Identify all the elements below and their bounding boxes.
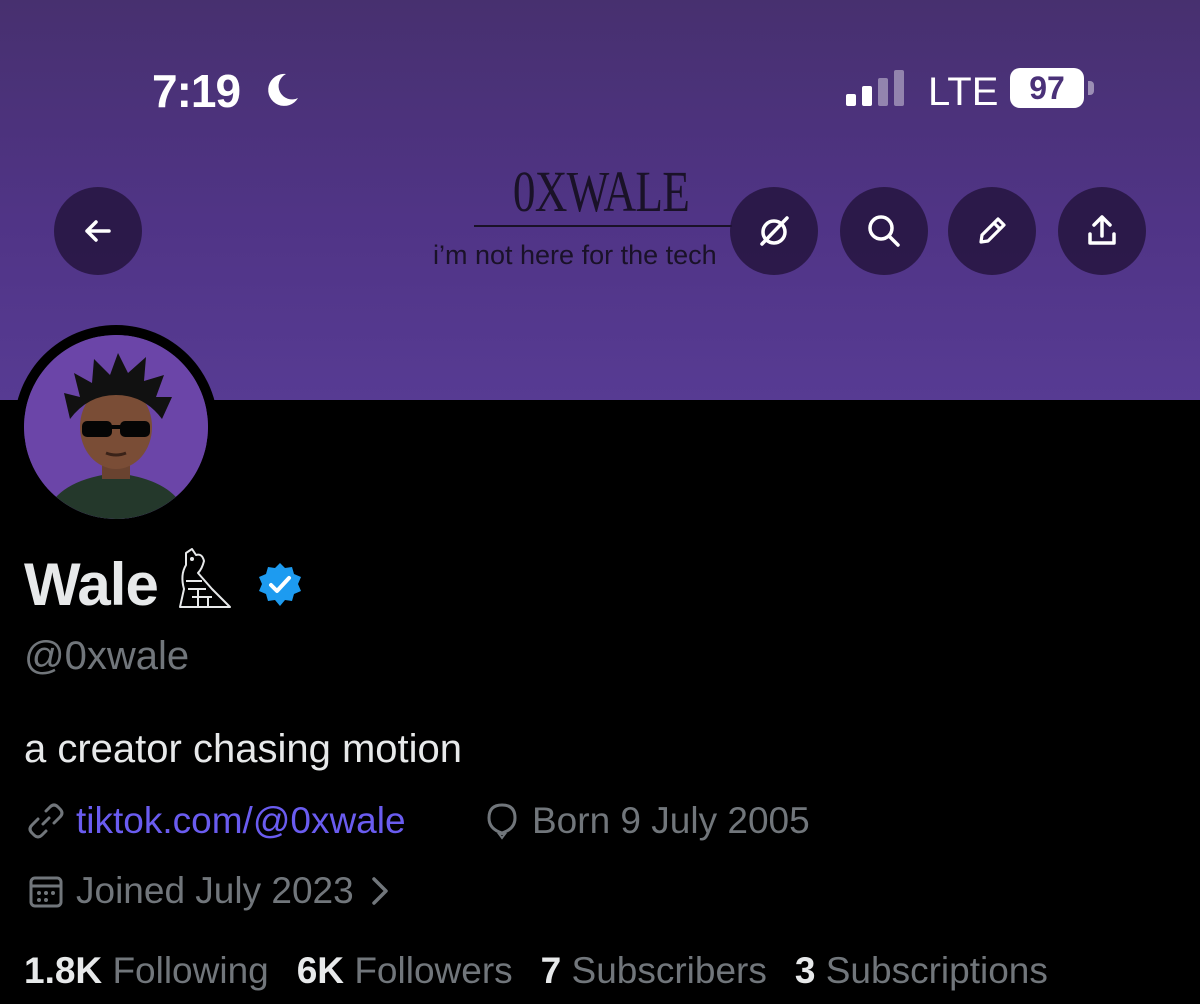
share-icon xyxy=(1088,215,1116,245)
profile-website[interactable]: tiktok.com/@0xwale xyxy=(26,800,406,842)
grok-button[interactable] xyxy=(730,187,818,275)
search-button[interactable] xyxy=(840,187,928,275)
display-name: Wale xyxy=(24,551,159,618)
subscribers-count: 7 xyxy=(540,950,562,991)
search-icon xyxy=(868,215,900,247)
back-arrow-icon xyxy=(85,220,111,242)
banner-subtitle: i’m not here for the tech xyxy=(433,240,717,270)
profile-banner[interactable]: 7:19 LTE 97 0XWALE i’m not here for the … xyxy=(0,0,1200,400)
followers-label: Followers xyxy=(354,950,513,991)
calendar-icon xyxy=(29,876,63,908)
avatar-illustration xyxy=(24,335,208,519)
back-button[interactable] xyxy=(54,187,142,275)
edit-button[interactable] xyxy=(948,187,1036,275)
following-count: 1.8K xyxy=(24,950,103,991)
birthday-text: Born 9 July 2005 xyxy=(532,800,810,841)
username-handle: @0xwale xyxy=(24,634,190,678)
stat-subscribers[interactable]: 7 Subscribers xyxy=(541,950,767,992)
profile-birthday: Born 9 July 2005 xyxy=(482,800,810,842)
stat-following[interactable]: 1.8K Following xyxy=(24,950,269,992)
balloon-icon xyxy=(487,803,517,840)
banner-title: 0XWALE xyxy=(512,159,690,224)
subscribers-label: Subscribers xyxy=(571,950,767,991)
pencil-icon xyxy=(979,217,1006,244)
following-label: Following xyxy=(112,950,269,991)
banner-divider xyxy=(474,225,732,227)
battery-tip xyxy=(1088,81,1094,95)
moon-icon xyxy=(268,73,298,106)
subscriptions-label: Subscriptions xyxy=(825,950,1048,991)
followers-count: 6K xyxy=(296,950,345,991)
verified-badge-icon[interactable] xyxy=(256,561,304,609)
link-icon xyxy=(28,803,64,839)
network-type: LTE xyxy=(928,70,999,114)
profile-bio: a creator chasing motion xyxy=(24,727,463,771)
stat-followers[interactable]: 6K Followers xyxy=(297,950,513,992)
status-time: 7:19 xyxy=(152,65,241,117)
avatar[interactable] xyxy=(24,335,208,519)
chevron-right-icon xyxy=(371,877,388,905)
share-button[interactable] xyxy=(1058,187,1146,275)
signal-icon xyxy=(846,70,904,106)
joined-text: Joined July 2023 xyxy=(76,870,354,911)
stat-subscriptions[interactable]: 3 Subscriptions xyxy=(795,950,1048,992)
owl-emoji-icon xyxy=(179,548,231,608)
battery-indicator: 97 xyxy=(1010,68,1084,108)
profile-stats: 1.8K Following 6K Followers 7 Subscriber… xyxy=(24,950,1048,992)
grok-icon xyxy=(760,216,789,246)
subscriptions-count: 3 xyxy=(794,950,816,991)
profile-joined[interactable]: Joined July 2023 xyxy=(26,870,396,912)
website-link[interactable]: tiktok.com/@0xwale xyxy=(76,800,406,842)
